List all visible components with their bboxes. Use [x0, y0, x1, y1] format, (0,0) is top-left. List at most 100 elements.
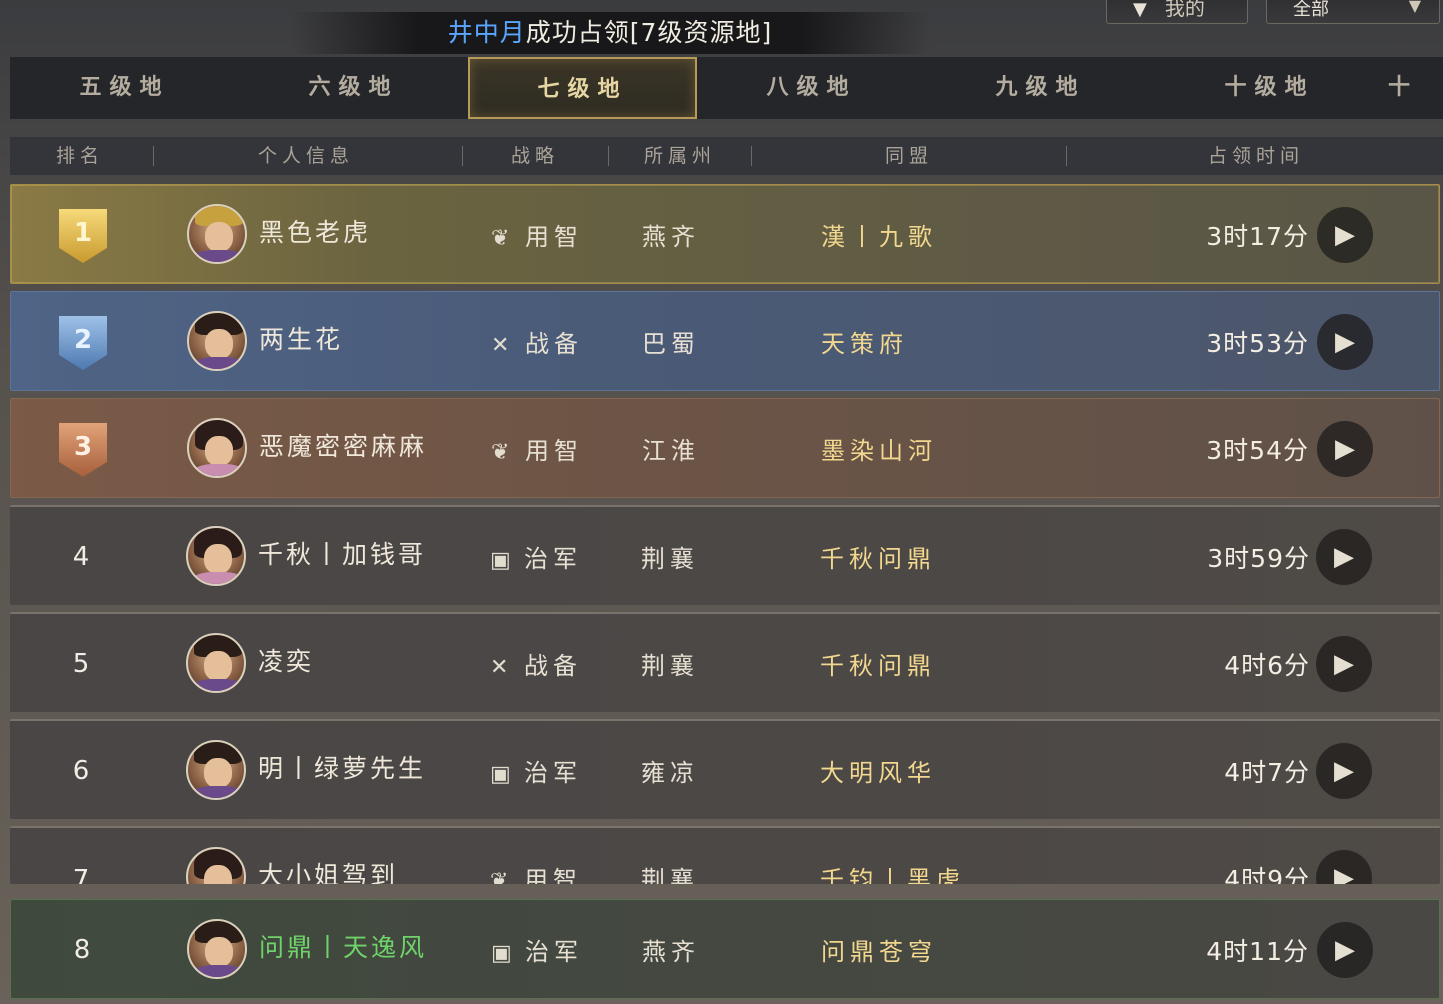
tab-level-7[interactable]: 七级地 [468, 57, 697, 119]
occupy-time: 4时9分 [1224, 865, 1310, 884]
replay-video-icon[interactable]: ▶ [1317, 922, 1373, 978]
location-pin-icon: ▼ [1133, 0, 1147, 20]
strategy: ❦ 用智 [491, 223, 583, 251]
region: 巴蜀 [642, 330, 700, 358]
alliance-name: 问鼎苍穹 [821, 938, 937, 966]
col-rank: 排名 [55, 145, 104, 167]
table-row[interactable]: 6 明丨绿萝先生 ▣ 治军 雍凉 大明风华 4时7分 ▶ [10, 719, 1440, 819]
player-name: 问鼎丨天逸风 [259, 933, 428, 962]
strategy: ✕ 战备 [491, 330, 583, 358]
occupy-time: 3时17分 [1206, 222, 1309, 251]
avatar[interactable] [187, 204, 247, 264]
player-name: 两生花 [259, 325, 344, 354]
replay-video-icon[interactable]: ▶ [1317, 207, 1373, 263]
divider [608, 146, 609, 166]
avatar[interactable] [187, 919, 247, 979]
alliance-name: 墨染山河 [821, 437, 937, 465]
region: 燕齐 [642, 223, 700, 251]
player-name: 恶魔密密麻麻 [259, 432, 428, 461]
filter-mine-button[interactable]: ▼ 我的 [1106, 0, 1248, 24]
rank-number: 4 [72, 542, 90, 572]
banner-icon: ▣ [491, 941, 512, 966]
rank-badge-silver: 2 [59, 316, 107, 370]
replay-video-icon[interactable]: ▶ [1316, 850, 1372, 884]
level-tabs: 五级地 六级地 七级地 八级地 九级地 十级地 十 [10, 57, 1443, 119]
occupy-time: 4时6分 [1224, 651, 1310, 680]
rank-number: 5 [72, 649, 90, 679]
tab-level-more[interactable]: 十 [1384, 57, 1414, 119]
alliance-name: 千秋问鼎 [820, 652, 936, 680]
region: 荆襄 [641, 545, 699, 573]
avatar[interactable] [186, 847, 246, 884]
tab-level-6[interactable]: 六级地 [239, 57, 468, 119]
strategy: ✕ 战备 [490, 652, 582, 680]
player-name: 大小姐驾到 [258, 861, 399, 884]
player-name: 黑色老虎 [259, 218, 372, 247]
alliance-name: 漢丨九歌 [821, 223, 937, 251]
occupy-time: 4时7分 [1224, 758, 1310, 787]
strategy: ❦ 用智 [491, 437, 583, 465]
chevron-down-icon: ▼ [1408, 0, 1421, 15]
player-name: 凌奕 [258, 647, 315, 676]
col-region: 所属州 [643, 145, 716, 167]
region: 燕齐 [642, 938, 700, 966]
replay-video-icon[interactable]: ▶ [1317, 314, 1373, 370]
tab-level-8[interactable]: 八级地 [697, 57, 926, 119]
tab-level-9[interactable]: 九级地 [926, 57, 1155, 119]
strategy: ▣ 治军 [490, 759, 582, 787]
table-row[interactable]: 7 大小姐驾到 ❦ 用智 荆襄 千钧丨黑虎 4时9分 ▶ [10, 826, 1440, 884]
alliance-name: 千秋问鼎 [820, 545, 936, 573]
tab-level-5[interactable]: 五级地 [10, 57, 239, 119]
alliance-name: 天策府 [821, 330, 908, 358]
brain-icon: ❦ [490, 869, 509, 884]
rank-number: 8 [73, 935, 91, 965]
replay-video-icon[interactable]: ▶ [1316, 529, 1372, 585]
divider [1066, 146, 1067, 166]
divider [462, 146, 463, 166]
avatar[interactable] [186, 633, 246, 693]
table-row[interactable]: 4 千秋丨加钱哥 ▣ 治军 荆襄 千秋问鼎 3时59分 ▶ [10, 505, 1440, 605]
region: 江淮 [642, 437, 700, 465]
alliance-name: 大明风华 [820, 759, 936, 787]
strategy: ❦ 用智 [490, 860, 582, 884]
replay-video-icon[interactable]: ▶ [1316, 743, 1372, 799]
replay-video-icon[interactable]: ▶ [1316, 636, 1372, 692]
banner-icon: ▣ [490, 762, 511, 787]
brain-icon: ❦ [491, 440, 510, 465]
brain-icon: ❦ [491, 226, 510, 251]
table-row[interactable]: 5 凌奕 ✕ 战备 荆襄 千秋问鼎 4时6分 ▶ [10, 612, 1440, 712]
alliance-name: 千钧丨黑虎 [820, 866, 965, 884]
crossed-swords-icon: ✕ [491, 333, 510, 358]
replay-video-icon[interactable]: ▶ [1317, 421, 1373, 477]
occupy-time: 3时54分 [1206, 436, 1309, 465]
region: 雍凉 [641, 759, 699, 787]
occupation-notice: 井中月成功占领[7级资源地] [290, 12, 930, 54]
notice-player-name: 井中月 [447, 18, 526, 47]
divider [751, 146, 752, 166]
player-name: 千秋丨加钱哥 [258, 540, 427, 569]
table-row[interactable]: 1 黑色老虎 ❦ 用智 燕齐 漢丨九歌 3时17分 ▶ [10, 184, 1440, 284]
crossed-swords-icon: ✕ [490, 655, 509, 680]
col-alliance: 同盟 [884, 145, 933, 167]
banner-icon: ▣ [490, 548, 511, 573]
table-row[interactable]: 2 两生花 ✕ 战备 巴蜀 天策府 3时53分 ▶ [10, 291, 1440, 391]
avatar[interactable] [187, 311, 247, 371]
region: 荆襄 [641, 652, 699, 680]
occupy-time: 3时53分 [1206, 329, 1309, 358]
table-row[interactable]: 3 恶魔密密麻麻 ❦ 用智 江淮 墨染山河 3时54分 ▶ [10, 398, 1440, 498]
my-rank-row[interactable]: 8 问鼎丨天逸风 ▣ 治军 燕齐 问鼎苍穹 4时11分 ▶ [10, 899, 1440, 999]
filter-mine-label: 我的 [1164, 0, 1205, 20]
player-name: 明丨绿萝先生 [258, 754, 427, 783]
table-header: 排名 个人信息 战略 所属州 同盟 占领时间 [10, 137, 1443, 175]
rank-number: 6 [72, 756, 90, 786]
strategy: ▣ 治军 [490, 545, 582, 573]
rank-number: 7 [72, 865, 90, 884]
filter-all-dropdown[interactable]: 全部 ▼ [1266, 0, 1440, 24]
avatar[interactable] [186, 740, 246, 800]
col-strategy: 战略 [510, 145, 559, 167]
avatar[interactable] [186, 526, 246, 586]
rank-badge-bronze: 3 [59, 423, 107, 477]
rank-badge-gold: 1 [59, 209, 107, 263]
tab-level-10[interactable]: 十级地 [1155, 57, 1384, 119]
avatar[interactable] [187, 418, 247, 478]
